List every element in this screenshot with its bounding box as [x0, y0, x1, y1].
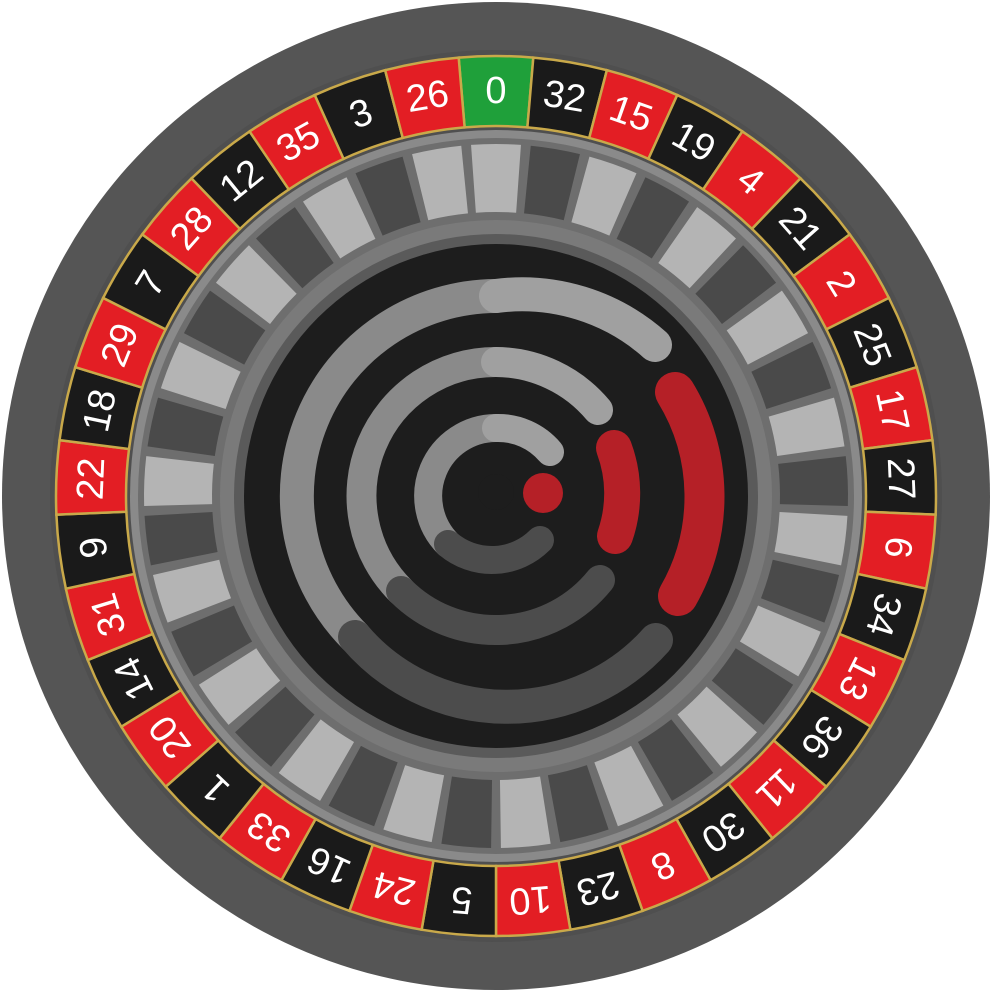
separator-segment — [778, 456, 848, 507]
pocket-number: 10 — [508, 877, 554, 922]
pocket-number: 27 — [879, 457, 923, 501]
pocket-10: 10 — [494, 859, 572, 938]
pocket-number: 17 — [867, 386, 917, 436]
pocket-number: 5 — [449, 878, 474, 922]
pocket-22: 22 — [54, 438, 131, 516]
logo-signal-arc-inner — [596, 430, 641, 554]
pocket-number: 0 — [485, 70, 506, 112]
pocket-number: 22 — [69, 457, 113, 501]
pocket-0: 0 — [457, 54, 535, 129]
pocket-number: 26 — [403, 73, 452, 122]
pocket-27: 27 — [861, 438, 938, 516]
logo-center-dot — [478, 474, 514, 510]
pocket-number: 18 — [75, 386, 125, 436]
separator-segment — [143, 456, 214, 507]
pocket-9: 9 — [55, 510, 136, 591]
pocket-number: 32 — [540, 73, 589, 122]
separator-segment — [471, 144, 521, 213]
logo-red-ball — [523, 473, 563, 513]
roulette-wheel: 0 32 15 19421225172763413361130823105241633… — [2, 2, 990, 990]
